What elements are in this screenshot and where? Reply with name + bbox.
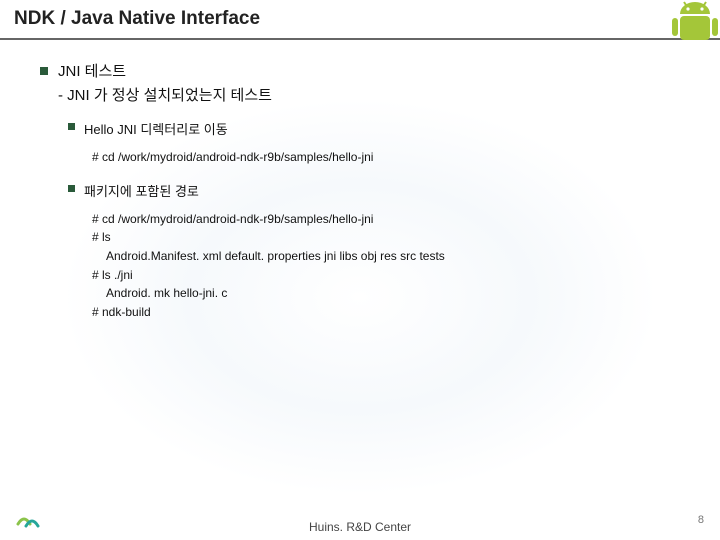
bullet-square-icon [40, 67, 48, 75]
bullet2a-text: Hello JNI 디렉터리로 이동 [84, 119, 228, 138]
code-line: Android. mk hello-jni. c [92, 284, 690, 303]
bullet-level2-a: Hello JNI 디렉터리로 이동 [68, 119, 690, 138]
content-area: JNI 테스트 - JNI 가 정상 설치되었는지 테스트 Hello JNI … [0, 40, 720, 321]
slide-title: NDK / Java Native Interface [14, 8, 706, 30]
bullet1-line2: - JNI 가 정상 설치되었는지 테스트 [40, 84, 690, 105]
bullet-square-icon [68, 123, 75, 130]
code-line: # cd /work/mydroid/android-ndk-r9b/sampl… [92, 148, 690, 167]
code-block-1: # cd /work/mydroid/android-ndk-r9b/sampl… [92, 148, 690, 167]
bullet-square-icon [68, 185, 75, 192]
slide: NDK / Java Native Interface JNI 테스트 [0, 0, 720, 540]
android-icon [662, 0, 720, 40]
code-line: # ndk-build [92, 303, 690, 322]
code-line: # ls ./jni [92, 266, 690, 285]
title-bar: NDK / Java Native Interface [0, 0, 720, 40]
code-line: # cd /work/mydroid/android-ndk-r9b/sampl… [92, 210, 690, 229]
bullet2b-text: 패키지에 포함된 경로 [84, 181, 199, 200]
footer: Huins. R&D Center 8 [0, 510, 720, 540]
page-number: 8 [698, 514, 704, 526]
bullet-level2-b: 패키지에 포함된 경로 [68, 181, 690, 200]
bullet-level1: JNI 테스트 - JNI 가 정상 설치되었는지 테스트 [40, 62, 690, 105]
code-line: Android.Manifest. xml default. propertie… [92, 247, 690, 266]
bullet1-line1: JNI 테스트 [58, 62, 126, 82]
footer-text: Huins. R&D Center [309, 520, 411, 534]
code-line: # ls [92, 228, 690, 247]
huins-logo-icon [14, 510, 44, 532]
code-block-2: # cd /work/mydroid/android-ndk-r9b/sampl… [92, 210, 690, 322]
